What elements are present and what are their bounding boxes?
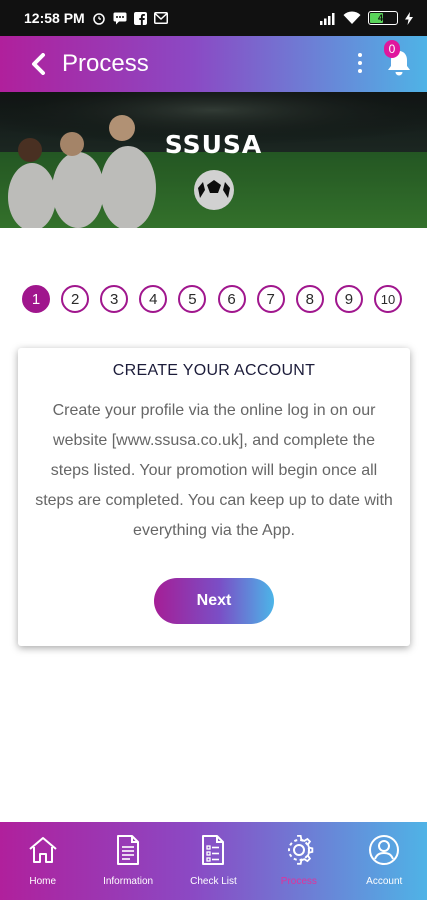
next-button[interactable]: Next (154, 578, 274, 624)
nav-process-label: Process (280, 876, 317, 887)
nav-information-label: Information (103, 876, 154, 887)
account-icon (366, 832, 402, 868)
bottom-navigation: Home Information Check List Process Acco… (0, 822, 427, 900)
charging-icon (405, 11, 413, 25)
nav-home-label: Home (29, 876, 57, 887)
step-3[interactable]: 3 (100, 285, 129, 313)
card-description: Create your profile via the online log i… (35, 402, 393, 539)
step-1[interactable]: 1 (22, 285, 50, 313)
step-10[interactable]: 10 (373, 285, 402, 313)
alarm-icon (92, 11, 106, 25)
nav-process[interactable]: Process (259, 832, 339, 887)
step-4[interactable]: 4 (139, 285, 168, 313)
step-indicator: 1 2 3 4 5 6 7 8 9 10 (22, 285, 402, 315)
more-vert-icon (358, 53, 362, 57)
step-card: CREATE YOUR ACCOUNT Create your profile … (18, 348, 410, 646)
status-time: 12:58 PM (24, 10, 85, 26)
home-icon (25, 832, 61, 868)
facebook-icon (133, 11, 147, 25)
step-2[interactable]: 2 (61, 285, 90, 313)
back-button[interactable] (18, 44, 58, 84)
chevron-left-icon (32, 53, 45, 75)
more-options-button[interactable] (350, 48, 370, 78)
notifications-button[interactable]: 0 (384, 40, 414, 78)
hero-banner: SSUSA (0, 92, 427, 228)
gear-icon (281, 832, 317, 868)
banner-image (0, 92, 427, 228)
step-6[interactable]: 6 (217, 285, 246, 313)
app-bar: Process 0 (0, 36, 427, 92)
banner-logo-text: SSUSA (164, 130, 263, 159)
wifi-icon (343, 11, 361, 25)
gmail-icon (153, 12, 168, 24)
page-title: Process (62, 50, 149, 77)
step-9[interactable]: 9 (334, 285, 363, 313)
checklist-icon (195, 832, 231, 868)
nav-home[interactable]: Home (3, 832, 83, 887)
nav-account[interactable]: Account (344, 832, 424, 887)
step-7[interactable]: 7 (256, 285, 285, 313)
notification-badge: 0 (384, 40, 400, 58)
card-title: CREATE YOUR ACCOUNT (112, 362, 316, 379)
nav-check-list[interactable]: Check List (173, 832, 253, 887)
message-icon (113, 12, 127, 25)
battery-level: 47 (377, 13, 388, 23)
nav-check-list-label: Check List (190, 876, 237, 887)
step-5[interactable]: 5 (178, 285, 207, 313)
nav-information[interactable]: Information (88, 832, 168, 887)
step-8[interactable]: 8 (295, 285, 324, 313)
document-icon (110, 832, 146, 868)
status-bar: 12:58 PM 47 (0, 0, 427, 36)
battery-icon: 47 (368, 11, 398, 25)
nav-account-label: Account (366, 876, 403, 887)
signal-icon (320, 12, 336, 25)
